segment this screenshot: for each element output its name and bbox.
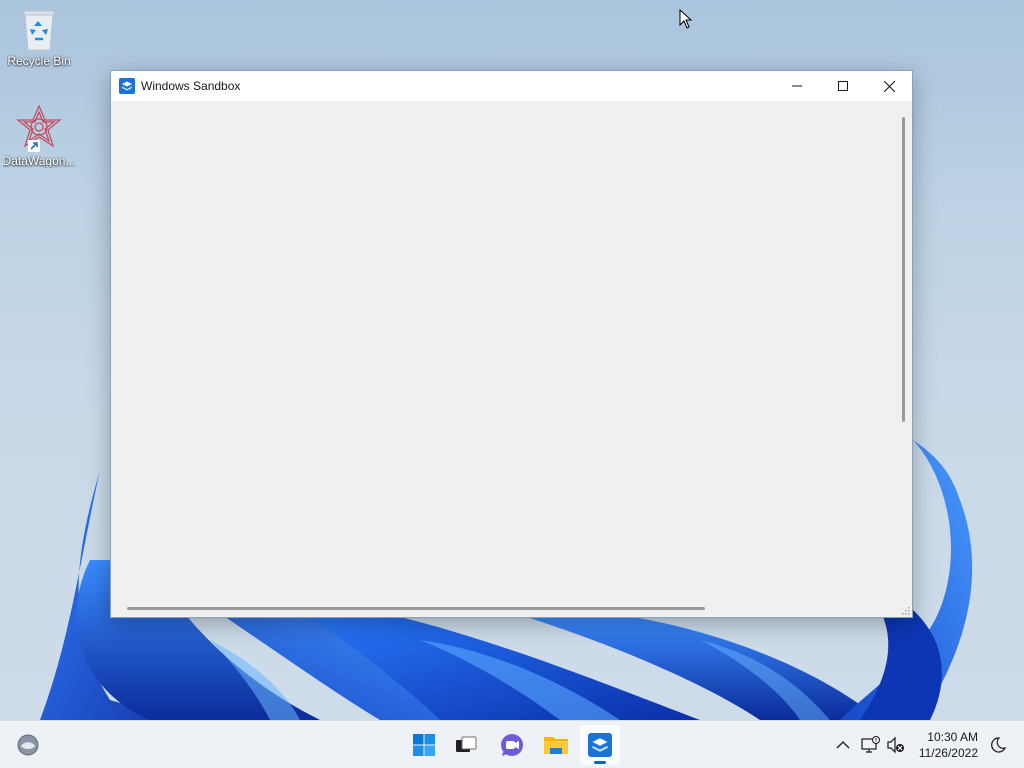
minimize-button[interactable]	[774, 71, 820, 101]
maximize-button[interactable]	[820, 71, 866, 101]
close-button[interactable]	[866, 71, 912, 101]
network-button[interactable]	[859, 733, 883, 757]
chat-button[interactable]	[492, 725, 532, 765]
maximize-icon	[838, 81, 848, 91]
folder-icon	[544, 737, 568, 754]
title-bar[interactable]: Windows Sandbox	[111, 71, 912, 101]
horizontal-scrollbar-thumb[interactable]	[127, 607, 705, 610]
vertical-scrollbar[interactable]	[895, 101, 912, 600]
desktop-icon-recycle-bin[interactable]: Recycle Bin	[0, 8, 78, 68]
start-button[interactable]	[404, 725, 444, 765]
windows-sandbox-icon	[119, 78, 135, 94]
windows-sandbox-icon	[588, 733, 612, 757]
show-hidden-icons-button[interactable]	[831, 733, 855, 757]
horizontal-scrollbar[interactable]	[111, 600, 897, 617]
task-view-icon	[456, 736, 477, 752]
focus-assist-icon	[991, 737, 1007, 753]
sandbox-content-area[interactable]	[111, 101, 912, 617]
teams-chat-icon	[501, 734, 523, 756]
file-explorer-button[interactable]	[536, 725, 576, 765]
close-icon	[883, 80, 895, 92]
volume-button[interactable]	[884, 733, 908, 757]
task-view-button[interactable]	[446, 725, 486, 765]
chevron-up-icon	[836, 741, 850, 749]
widgets-icon	[17, 734, 39, 756]
windows-start-icon	[413, 734, 435, 756]
recycle-bin-icon	[23, 10, 55, 51]
clock-time: 10:30 AM	[927, 730, 978, 744]
network-disconnected-icon	[861, 736, 880, 753]
taskbar: 10:30 AM 11/26/2022	[0, 720, 1024, 768]
system-clock[interactable]: 10:30 AM 11/26/2022	[919, 729, 978, 761]
sound-muted-icon	[887, 736, 904, 754]
datawagon-shortcut-icon	[16, 104, 62, 152]
mouse-cursor-icon	[679, 9, 693, 29]
windows-sandbox-window[interactable]: Windows Sandbox	[110, 70, 913, 618]
desktop-icon-label: DataWagon...	[2, 154, 76, 168]
vertical-scrollbar-thumb[interactable]	[902, 117, 905, 422]
minimize-icon	[792, 85, 802, 87]
focus-assist-button[interactable]	[986, 733, 1010, 757]
desktop-icon-datawagon[interactable]: DataWagon...	[0, 104, 78, 168]
resize-grip-icon[interactable]	[900, 605, 910, 615]
windows-sandbox-taskbar-button[interactable]	[580, 725, 620, 765]
window-title: Windows Sandbox	[141, 79, 241, 93]
widgets-button[interactable]	[8, 725, 48, 765]
desktop-icon-label: Recycle Bin	[7, 54, 71, 68]
active-app-indicator	[594, 761, 606, 764]
clock-date: 11/26/2022	[918, 746, 978, 760]
